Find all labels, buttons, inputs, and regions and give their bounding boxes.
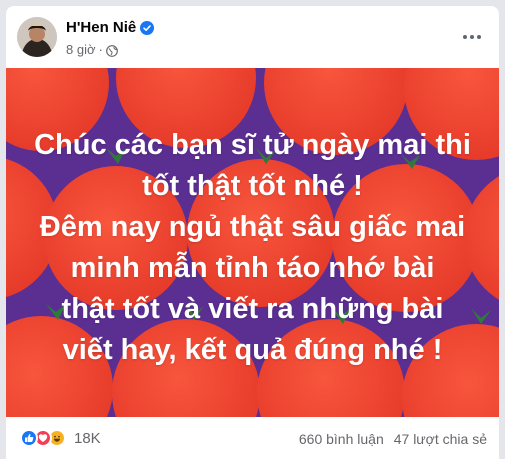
banner-line: Chúc các bạn sĩ tử ngày mai thi bbox=[34, 129, 471, 161]
more-dot bbox=[463, 35, 467, 39]
reactions-summary[interactable]: 18K bbox=[20, 429, 101, 447]
author-row: H'Hen Niê bbox=[66, 19, 155, 36]
post-meta: 8 giờ · bbox=[66, 42, 118, 57]
post-header: H'Hen Niê 8 giờ · bbox=[6, 6, 499, 70]
more-dot bbox=[477, 35, 481, 39]
post-timestamp[interactable]: 8 giờ bbox=[66, 42, 96, 57]
banner-line: viết hay, kết quả đúng nhé ! bbox=[62, 334, 443, 366]
meta-separator: · bbox=[98, 42, 103, 57]
post-card: H'Hen Niê 8 giờ · Chúc các bạn sĩ tử ngà… bbox=[6, 6, 499, 459]
more-options-icon[interactable] bbox=[455, 20, 489, 54]
banner-message: Chúc các bạn sĩ tử ngày mai thi tốt thật… bbox=[6, 125, 499, 371]
banner-line: tốt thật tốt nhé ! bbox=[142, 170, 363, 202]
engagement-stats: 660 bình luận 47 lượt chia sẻ bbox=[299, 431, 487, 447]
like-reaction-icon bbox=[20, 429, 38, 447]
comments-count[interactable]: 660 bình luận bbox=[299, 431, 384, 447]
globe-icon[interactable] bbox=[105, 44, 118, 57]
author-avatar[interactable] bbox=[17, 17, 57, 57]
author-name[interactable]: H'Hen Niê bbox=[66, 19, 136, 36]
banner-line: minh mẫn tỉnh táo nhớ bài bbox=[70, 252, 435, 284]
post-footer: 18K 660 bình luận 47 lượt chia sẻ bbox=[6, 417, 499, 459]
banner-line: Đêm nay ngủ thật sâu giấc mai bbox=[39, 211, 466, 243]
banner-line: thật tốt và viết ra những bài bbox=[61, 293, 444, 325]
reaction-count: 18K bbox=[74, 429, 101, 447]
shares-count[interactable]: 47 lượt chia sẻ bbox=[394, 431, 487, 447]
avatar-image bbox=[17, 17, 57, 57]
verified-badge-icon bbox=[140, 20, 155, 35]
more-dot bbox=[470, 35, 474, 39]
post-banner[interactable]: Chúc các bạn sĩ tử ngày mai thi tốt thật… bbox=[6, 68, 499, 417]
